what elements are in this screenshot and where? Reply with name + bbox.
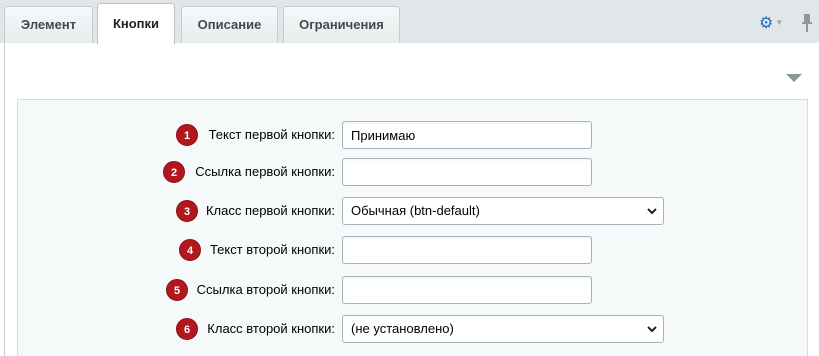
first-button-class-value: Обычная (btn-default) (351, 203, 480, 218)
form-row-second-button-link: 5 Ссылка второй кнопки: (0, 276, 819, 308)
caret-down-icon: ▼ (775, 18, 784, 27)
number-badge: 6 (176, 318, 198, 340)
second-button-class-label: Класс второй кнопки: (207, 321, 335, 336)
second-button-text-label: Текст второй кнопки: (209, 242, 335, 257)
form-row-first-button-link: 2 Ссылка первой кнопки: (0, 158, 819, 190)
first-button-text-label: Текст первой кнопки: (208, 127, 335, 142)
number-badge: 5 (166, 279, 188, 301)
second-button-text-input[interactable] (342, 236, 592, 264)
first-button-link-input[interactable] (342, 158, 592, 186)
chevron-down-icon (647, 326, 657, 333)
gear-icon: ⚙ (759, 15, 774, 32)
second-button-link-label: Ссылка второй кнопки: (196, 282, 335, 297)
number-badge: 3 (176, 200, 198, 222)
collapse-toggle[interactable] (786, 70, 802, 82)
form-row-second-button-class: 6 Класс второй кнопки: (не установлено) (0, 315, 819, 347)
form-row-first-button-text: 1 Текст первой кнопки: (0, 121, 819, 153)
tab-element[interactable]: Элемент (4, 6, 93, 43)
tab-description[interactable]: Описание (181, 6, 278, 43)
second-button-link-input[interactable] (342, 276, 592, 304)
first-button-text-input[interactable] (342, 121, 592, 149)
form-row-first-button-class: 3 Класс первой кнопки: Обычная (btn-defa… (0, 197, 819, 229)
first-button-class-select[interactable]: Обычная (btn-default) (342, 197, 664, 225)
number-badge: 2 (163, 161, 185, 183)
tab-buttons[interactable]: Кнопки (97, 3, 175, 44)
chevron-down-icon (786, 74, 802, 82)
second-button-class-select[interactable]: (не установлено) (342, 315, 664, 343)
second-button-class-value: (не установлено) (351, 321, 454, 336)
first-button-link-label: Ссылка первой кнопки: (195, 164, 335, 179)
first-button-class-label: Класс первой кнопки: (205, 203, 335, 218)
pin-icon (802, 14, 812, 32)
tab-restrictions[interactable]: Ограничения (283, 6, 400, 43)
pin-button[interactable] (799, 12, 815, 34)
number-badge: 4 (179, 239, 201, 261)
chevron-down-icon (647, 208, 657, 215)
number-badge: 1 (176, 124, 198, 146)
settings-menu-button[interactable]: ⚙ ▼ (759, 13, 785, 33)
tab-bar: Элемент Кнопки Описание Ограничения ⚙ ▼ (0, 0, 819, 44)
form-row-second-button-text: 4 Текст второй кнопки: (0, 236, 819, 268)
